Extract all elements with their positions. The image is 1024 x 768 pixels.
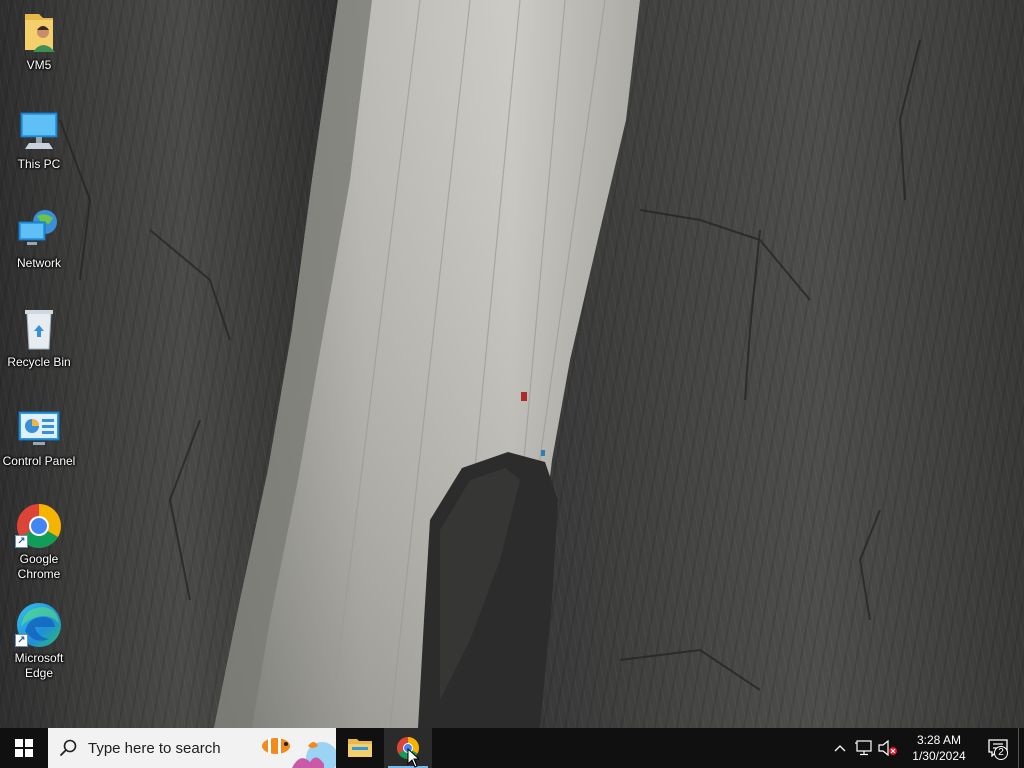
system-tray: 3:28 AM 1/30/2024 2 [828,728,1024,768]
start-button[interactable] [0,728,48,768]
show-desktop-button[interactable] [1018,728,1024,768]
desktop-icon-label: Google Chrome [17,552,61,581]
shortcut-arrow-icon: ↗ [15,535,28,548]
windows-logo-icon [15,739,33,757]
desktop-icon-label: VM5 [26,58,52,72]
desktop-icon-control-panel[interactable]: Control Panel [0,404,78,469]
network-wired-icon [855,740,872,756]
desktop-wallpaper [0,0,1024,728]
taskbar: Type here to search 3:28 AM 1/30/2024 2 [0,728,1024,768]
desktop-icon-microsoft-edge[interactable]: ↗ Microsoft Edge [0,601,78,681]
wallpaper-cliff-image [59,0,921,728]
desktop-icon-google-chrome[interactable]: ↗ Google Chrome [0,502,78,582]
taskbar-clock[interactable]: 3:28 AM 1/30/2024 [900,732,978,764]
desktop-icon-label: This PC [17,157,61,171]
edge-icon: ↗ [15,601,63,649]
recycle-bin-icon [15,305,63,353]
chevron-up-icon [834,745,846,752]
search-icon [48,728,88,768]
search-highlight-art [252,728,336,768]
desktop-icon-label: Network [16,256,61,270]
volume-button[interactable] [876,728,900,768]
taskbar-search-box[interactable]: Type here to search [48,728,336,768]
control-panel-icon [15,404,63,452]
user-folder-icon [15,8,63,56]
desktop-icon-label: Microsoft Edge [14,651,64,680]
desktop-icon-label: Recycle Bin [7,355,71,369]
desktop-icon-vm5[interactable]: VM5 [0,8,78,73]
action-center-button[interactable]: 2 [978,728,1018,768]
network-status-button[interactable] [852,728,876,768]
notification-count-badge: 2 [994,746,1008,760]
file-explorer-icon [348,739,372,757]
show-hidden-icons-button[interactable] [828,728,852,768]
search-placeholder: Type here to search [88,739,221,757]
mouse-cursor-icon [407,748,419,768]
desktop-icon-this-pc[interactable]: This PC [0,107,78,172]
desktop-icon-label: Control Panel [2,454,76,468]
network-icon [15,206,63,254]
volume-muted-icon [878,740,897,756]
this-pc-icon [15,107,63,155]
desktop-icon-network[interactable]: Network [0,206,78,271]
desktop-icon-recycle-bin[interactable]: Recycle Bin [0,305,78,370]
chrome-icon: ↗ [15,502,63,550]
shortcut-arrow-icon: ↗ [15,634,28,647]
clock-time: 3:28 AM [916,733,962,747]
taskbar-file-explorer[interactable] [336,728,384,768]
clock-date: 1/30/2024 [912,749,966,763]
